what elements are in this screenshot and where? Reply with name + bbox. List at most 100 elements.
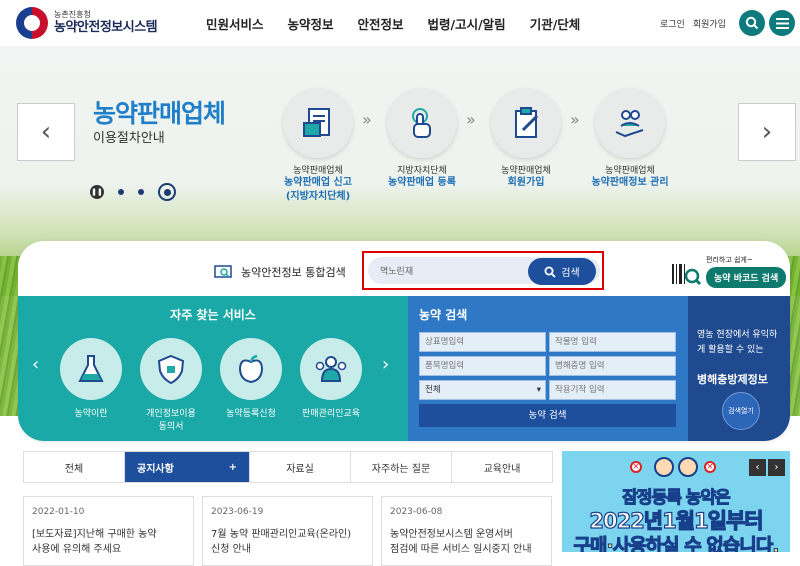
signup-link[interactable]: 회원가입 — [693, 17, 726, 30]
pesticide-search-button[interactable]: 농약 검색 — [419, 404, 676, 427]
clipboard-pen-icon — [491, 88, 561, 158]
barcode-search[interactable]: 편리하고 쉽게~ 농약 바코드 검색 — [670, 256, 787, 288]
frequent-services: 자주 찾는 서비스 ‹ › 농약이란 개인정보이용 동의서 농약등록신청 판매관리… — [18, 296, 408, 441]
pause-icon[interactable]: ❚❚ — [90, 185, 104, 199]
carousel-dot[interactable] — [138, 189, 144, 195]
promo-banner[interactable]: ✕ ✕ ‹ › 잠정등록 농약은 2022년1월1일부터 구매·사용하실 수 없… — [562, 451, 790, 552]
search-button[interactable]: 검색 — [528, 258, 596, 285]
chevron-right-icon[interactable]: › — [382, 354, 389, 375]
nav-item-safety-info[interactable]: 안전정보 — [358, 14, 404, 33]
service-what-is-pesticide[interactable]: 농약이란 — [56, 338, 126, 421]
government-emblem-icon — [16, 7, 48, 39]
nav-item-civil-service[interactable]: 민원서비스 — [206, 14, 264, 33]
carousel-dot-active[interactable] — [158, 183, 176, 201]
barcode-tagline: 편리하고 쉽게~ — [706, 256, 753, 264]
menu-button[interactable] — [769, 10, 795, 36]
hero-title: 농약판매업체 — [93, 99, 226, 128]
chevron-left-icon: ‹ — [755, 462, 760, 473]
news-title: [보도자료]지난해 구매한 농약 사용에 유의해 주세요 — [32, 529, 157, 555]
step-report[interactable]: 농약판매업체 농약판매업 신고 (지방자치단체) — [258, 88, 378, 204]
step-title-line2: (지방자치단체) — [285, 191, 351, 202]
carousel-dot[interactable] — [118, 189, 124, 195]
barcode-search-button[interactable]: 농약 바코드 검색 — [706, 267, 787, 288]
tab-notices[interactable]: 공지사항 + — [125, 452, 250, 482]
frequent-services-title: 자주 찾는 서비스 — [170, 308, 256, 322]
step-signup[interactable]: 농약판매업체 회원가입 — [466, 88, 586, 190]
service-privacy-consent[interactable]: 개인정보이용 동의서 — [136, 338, 206, 434]
hero-prev-button[interactable]: ‹ — [17, 103, 75, 161]
step-label: 농약판매업체 — [605, 166, 655, 176]
step-title: 농약판매업 신고 — [284, 177, 352, 188]
tab-library[interactable]: 자료실 — [250, 452, 351, 482]
news-date: 2023-06-08 — [390, 507, 443, 517]
hamburger-menu-icon — [775, 17, 789, 29]
barcode-icon — [672, 263, 702, 285]
search-icon — [745, 16, 759, 30]
touch-hand-icon — [387, 88, 457, 158]
logo-subtitle: 농촌진흥청 — [54, 10, 91, 19]
step-title: 회원가입 — [507, 177, 545, 188]
news-item[interactable]: 2023-06-19 7월 농약 판매관리인교육(온라인) 신청 안내 — [202, 496, 373, 566]
news-item[interactable]: 2022-01-10 [보도자료]지난해 구매한 농약 사용에 유의해 주세요 — [23, 496, 194, 566]
step-label: 농약판매업체 — [501, 166, 551, 176]
pest-control-info: 영농 현장에서 유익하 게 활용할 수 있는 병해충방제정보 검색열기 — [688, 296, 790, 441]
news-item[interactable]: 2023-06-08 농약안전정보시스템 운영서버 점검에 따른 서비스 일시중지… — [381, 496, 552, 566]
open-search-button[interactable]: 검색열기 — [722, 392, 760, 430]
news-date: 2022-01-10 — [32, 507, 85, 517]
chevron-right-icon: › — [761, 117, 773, 147]
integrated-search-label: 농약안전정보 통합검색 — [214, 264, 346, 280]
step-label: 농약판매업체 — [293, 166, 343, 176]
step-manage[interactable]: 농약판매업체 농약판매정보 관리 — [570, 88, 690, 190]
pest-control-description: 영농 현장에서 유익하 게 활용할 수 있는 — [697, 330, 778, 355]
hero-next-button[interactable]: › — [738, 103, 796, 161]
prohibited-icon: ✕ — [630, 461, 642, 473]
step-register[interactable]: 지방자치단체 농약판매업 등록 — [362, 88, 482, 190]
category-select[interactable]: 전체 ▾ — [419, 380, 546, 400]
brand-name-input[interactable]: 상표명입력 — [419, 332, 546, 352]
plus-icon[interactable]: + — [229, 462, 237, 473]
news-title: 농약안전정보시스템 운영서버 점검에 따른 서비스 일시중지 안내 — [390, 529, 532, 555]
people-group-icon — [300, 338, 362, 400]
hand-people-icon — [595, 88, 665, 158]
site-logo[interactable]: 농촌진흥청 농약안전정보시스템 — [16, 7, 158, 39]
chevron-left-icon[interactable]: ‹ — [32, 354, 39, 375]
service-manager-education[interactable]: 판매관리인교육 — [296, 338, 366, 421]
search-button-label: 검색 — [561, 268, 580, 279]
nav-item-pesticide-info[interactable]: 농약정보 — [288, 14, 334, 33]
login-link[interactable]: 로그인 — [660, 17, 685, 30]
mode-of-action-input[interactable]: 작용기작 입력 — [549, 380, 676, 400]
flask-icon — [60, 338, 122, 400]
logo-title: 농약안전정보시스템 — [54, 20, 158, 35]
nav-item-organizations[interactable]: 기관/단체 — [530, 14, 581, 33]
carousel-controls: ❚❚ — [90, 183, 176, 201]
document-report-icon — [283, 88, 353, 158]
header-search-button[interactable] — [739, 10, 765, 36]
banner-prev-button[interactable]: ‹ — [749, 459, 766, 476]
service-label: 개인정보이용 동의서 — [146, 409, 196, 432]
step-label: 지방자치단체 — [397, 166, 447, 176]
chevron-right-icon: › — [774, 462, 779, 473]
banner-line-3: 구매·사용하실 수 없습니다. — [573, 535, 780, 553]
main-nav: 민원서비스 농약정보 안전정보 법령/고시/알림 기관/단체 — [206, 14, 604, 33]
tab-education[interactable]: 교육안내 — [452, 452, 552, 482]
nav-item-laws[interactable]: 법령/고시/알림 — [428, 14, 506, 33]
news-title: 7월 농약 판매관리인교육(온라인) 신청 안내 — [211, 529, 352, 555]
tab-all[interactable]: 전체 — [24, 452, 125, 482]
pesticide-search-title: 농약 검색 — [419, 308, 468, 322]
person-icon — [678, 457, 698, 477]
notice-tabs: 전체 공지사항 + 자료실 자주하는 질문 교육안내 — [23, 451, 553, 483]
banner-next-button[interactable]: › — [768, 459, 785, 476]
site-header: 농촌진흥청 농약안전정보시스템 민원서비스 농약정보 안전정보 법령/고시/알림… — [0, 0, 800, 46]
integrated-search-box: 검색 — [362, 251, 604, 290]
crop-name-input[interactable]: 작물명 입력 — [549, 332, 676, 352]
step-title: 농약판매정보 관리 — [591, 177, 669, 188]
step-title: 농약판매업 등록 — [388, 177, 456, 188]
product-name-input[interactable]: 품목명입력 — [419, 356, 546, 376]
pest-name-input[interactable]: 병해충명 입력 — [549, 356, 676, 376]
tab-faq[interactable]: 자주하는 질문 — [351, 452, 452, 482]
util-links: 로그인 회원가입 — [660, 17, 734, 30]
pesticide-search-form: 농약 검색 상표명입력 작물명 입력 품목명입력 병해충명 입력 전체 ▾ 작용기… — [408, 296, 688, 441]
service-label: 판매관리인교육 — [302, 409, 360, 419]
service-pesticide-registration[interactable]: 농약등록신청 — [216, 338, 286, 421]
monitor-search-icon — [214, 265, 232, 278]
